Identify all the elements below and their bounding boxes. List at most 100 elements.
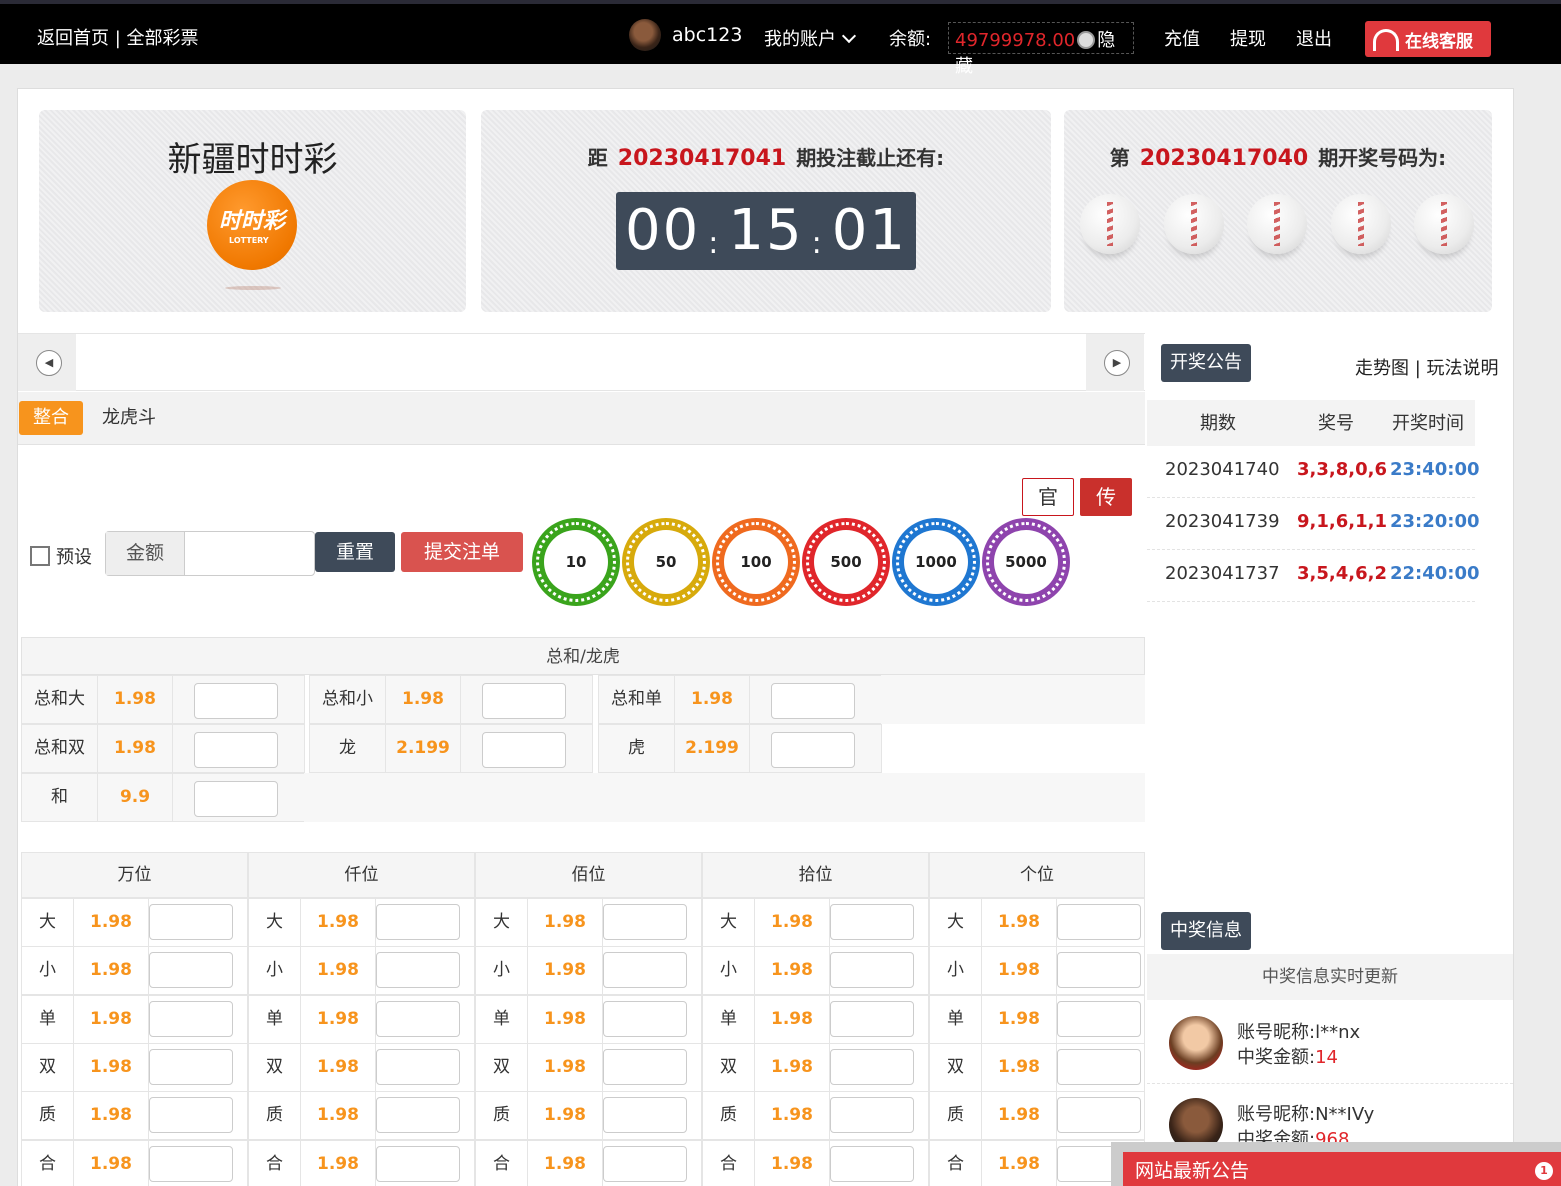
col-numbers: 奖号 (1318, 413, 1354, 434)
draw-table-header: 期数 奖号 开奖时间 (1147, 400, 1475, 446)
position-amount-input[interactable] (603, 1097, 687, 1134)
bet-chip[interactable]: 50 (622, 518, 710, 606)
amount-input[interactable] (186, 532, 314, 575)
timer-seconds: 01 (831, 198, 907, 263)
bet-chip[interactable]: 5000 (982, 518, 1070, 606)
position-amount-input[interactable] (603, 952, 687, 989)
bet-amount-input[interactable] (482, 732, 566, 768)
recharge-link[interactable]: 充值 (1164, 25, 1200, 51)
bet-amount-input[interactable] (771, 683, 855, 719)
user-avatar[interactable] (629, 19, 661, 51)
tab-dragon-tiger[interactable]: 龙虎斗 (88, 401, 170, 435)
trend-rules-links[interactable]: 走势图 | 玩法说明 (1355, 354, 1499, 380)
position-amount-input[interactable] (603, 1145, 687, 1182)
position-amount-input[interactable] (149, 1097, 233, 1134)
total-grid-bg (881, 675, 1145, 724)
position-bet-odds: 1.98 (527, 1091, 603, 1141)
slider-next-button[interactable]: ▶ (1086, 334, 1144, 391)
position-amount-input[interactable] (149, 1048, 233, 1085)
position-amount-input[interactable] (376, 1097, 460, 1134)
home-link[interactable]: 返回首页 | 全部彩票 (37, 24, 199, 50)
account-menu[interactable]: 我的账户 (764, 25, 857, 51)
traditional-button[interactable]: 传 (1080, 478, 1132, 516)
position-amount-input[interactable] (376, 1000, 460, 1037)
logout-link[interactable]: 退出 (1296, 25, 1332, 51)
position-bet-label: 双 (702, 1042, 755, 1092)
winning-info-button[interactable]: 中奖信息 (1161, 912, 1251, 950)
position-amount-input[interactable] (603, 904, 687, 940)
bet-amount-input[interactable] (194, 732, 278, 768)
username[interactable]: abc123 (672, 24, 742, 46)
balance-box: 49799978.00 隐藏 (948, 22, 1134, 77)
position-amount-input[interactable] (830, 1000, 914, 1037)
position-amount-input[interactable] (376, 952, 460, 989)
draw-time: 23:20:00 (1390, 511, 1480, 532)
online-service-button[interactable]: 在线客服 (1365, 21, 1491, 57)
bet-chip[interactable]: 100 (712, 518, 800, 606)
last-draw-issue: 20230417040 (1139, 146, 1309, 171)
arrow-right-icon: ▶ (1104, 350, 1130, 376)
draw-announcement-button[interactable]: 开奖公告 (1161, 344, 1251, 382)
bet-chip[interactable]: 500 (802, 518, 890, 606)
position-amount-input[interactable] (830, 1145, 914, 1182)
position-bet-label: 合 (248, 1139, 301, 1186)
position-amount-input[interactable] (1057, 1097, 1141, 1134)
position-amount-input[interactable] (376, 1145, 460, 1182)
position-amount-input[interactable] (603, 1000, 687, 1037)
submit-bet-button[interactable]: 提交注单 (401, 532, 523, 572)
bet-amount-input[interactable] (194, 683, 278, 719)
withdraw-link[interactable]: 提现 (1230, 25, 1266, 51)
position-bet-label: 合 (475, 1139, 528, 1186)
position-amount-input[interactable] (149, 1000, 233, 1037)
bet-amount-input[interactable] (194, 781, 278, 817)
position-bet-label: 大 (475, 898, 528, 947)
bet-amount-input[interactable] (771, 732, 855, 768)
position-amount-input[interactable] (1057, 904, 1141, 940)
preset-checkbox[interactable] (30, 546, 50, 566)
bet-chip[interactable]: 10 (532, 518, 620, 606)
balance-value: 49799978.00 (955, 30, 1076, 51)
bet-amount-input[interactable] (482, 683, 566, 719)
notice-bar[interactable]: 网站最新公告 1 (1123, 1152, 1561, 1186)
position-amount-input[interactable] (830, 1048, 914, 1085)
logo-shadow (225, 286, 281, 290)
tab-combined[interactable]: 整合 (19, 401, 83, 435)
bet-chip[interactable]: 1000 (892, 518, 980, 606)
position-amount-input[interactable] (376, 904, 460, 940)
position-amount-input[interactable] (1057, 1048, 1141, 1085)
position-amount-input[interactable] (149, 1145, 233, 1182)
headset-icon (1373, 29, 1399, 51)
preset-toggle[interactable]: 预设 (30, 543, 92, 569)
bet-label: 总和单 (598, 675, 675, 724)
position-amount-input[interactable] (149, 952, 233, 989)
position-amount-input[interactable] (830, 1097, 914, 1134)
position-amount-input[interactable] (1057, 952, 1141, 989)
slider-prev-button[interactable]: ◀ (18, 334, 76, 391)
notice-panel[interactable]: 网站最新公告 1 (1111, 1142, 1561, 1186)
position-bet-label: 双 (929, 1042, 982, 1092)
position-amount-input[interactable] (149, 904, 233, 940)
winner-nick-line: 账号昵称:N**IVy (1237, 1100, 1374, 1126)
position-bet-odds: 1.98 (73, 898, 149, 947)
official-button[interactable]: 官 (1022, 478, 1074, 516)
lottery-logo: 时时彩 LOTTERY (207, 180, 297, 270)
refresh-coin-icon[interactable] (1077, 31, 1096, 49)
draw-time: 23:40:00 (1390, 459, 1480, 480)
position-bet-label: 小 (929, 946, 982, 996)
rolling-ball (1331, 194, 1391, 254)
position-amount-input[interactable] (376, 1048, 460, 1085)
reset-button[interactable]: 重置 (315, 532, 395, 572)
bet-odds: 2.199 (385, 724, 461, 773)
position-amount-input[interactable] (830, 952, 914, 989)
position-bet-odds: 1.98 (73, 1091, 149, 1141)
chevron-down-icon (841, 28, 857, 44)
col-time: 开奖时间 (1392, 413, 1464, 434)
position-amount-input[interactable] (603, 1048, 687, 1085)
rolling-ball (1164, 194, 1224, 254)
position-bet-label: 质 (248, 1091, 301, 1141)
winner-nick-line: 账号昵称:l**nx (1237, 1018, 1360, 1044)
position-amount-input[interactable] (830, 904, 914, 940)
position-amount-input[interactable] (1057, 1000, 1141, 1037)
position-header: 个位 (929, 852, 1145, 898)
draw-numbers: 3,3,8,0,6 (1297, 459, 1387, 480)
